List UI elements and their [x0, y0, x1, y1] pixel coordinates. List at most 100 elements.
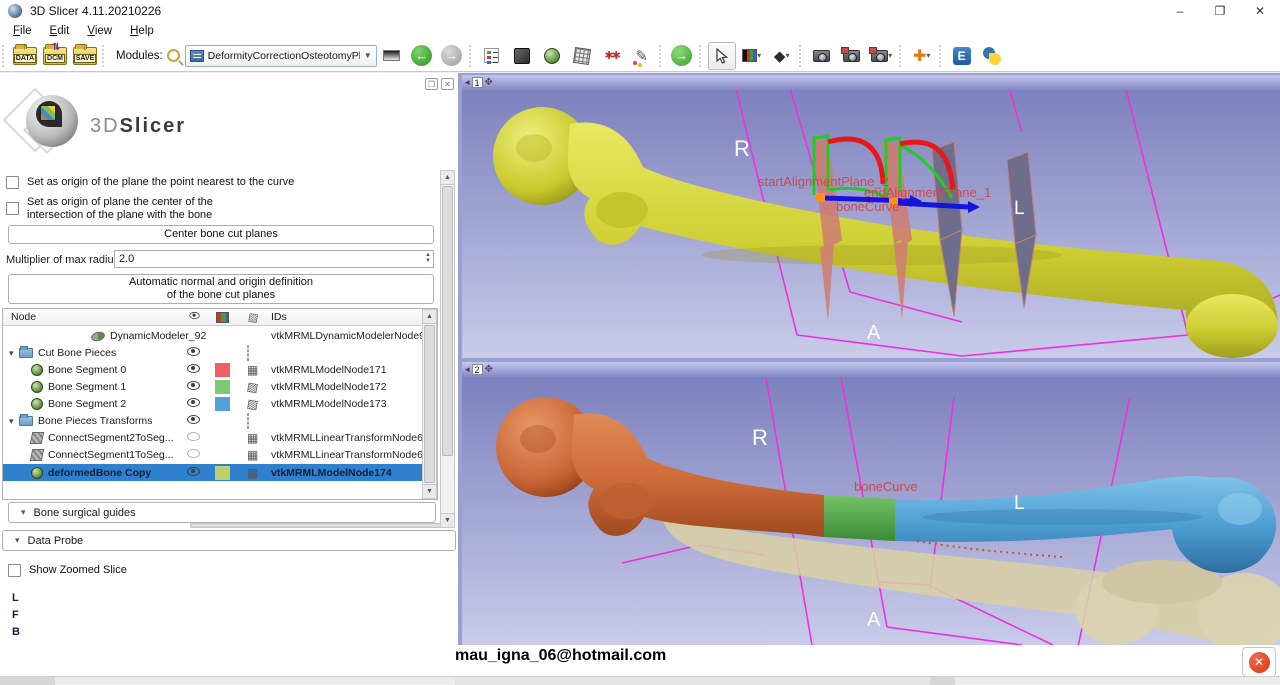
module-history-button[interactable]	[378, 42, 406, 70]
transform-cell-icon[interactable]	[247, 381, 258, 393]
column-color-icon[interactable]	[216, 312, 229, 323]
scroll-down-icon[interactable]: ▼	[423, 484, 436, 498]
column-visibility-icon[interactable]	[188, 311, 201, 323]
visibility-eye-icon[interactable]	[187, 415, 200, 427]
panel-close-icon[interactable]: ✕	[441, 78, 454, 90]
extension-wizard-button[interactable]: →	[668, 42, 696, 70]
expander-icon[interactable]: ▾	[9, 416, 19, 427]
transform-cell-icon[interactable]	[247, 467, 258, 479]
data-probe-section[interactable]: ▾ Data Probe	[2, 530, 456, 551]
visibility-eye-icon[interactable]	[187, 449, 200, 461]
transform-cell-icon[interactable]	[247, 415, 249, 427]
color-swatch[interactable]	[215, 380, 230, 394]
python-console-button[interactable]	[978, 42, 1006, 70]
color-swatch[interactable]	[215, 466, 230, 480]
auto-normal-origin-button[interactable]: Automatic normal and origin definition o…	[8, 274, 434, 304]
scroll-up-icon[interactable]: ▲	[441, 171, 454, 185]
expander-icon[interactable]: ▾	[9, 348, 19, 359]
view1-viewport[interactable]: R L A startAlignmentPlane_2 endAlignment…	[462, 90, 1280, 358]
checkbox-icon[interactable]	[8, 564, 21, 577]
checkbox-origin-nearest[interactable]: Set as origin of the plane the point nea…	[6, 176, 294, 189]
module-forward-button[interactable]: →	[438, 42, 466, 70]
markups-module-button[interactable]: ✱✱	[598, 42, 626, 70]
scene-view-restore-button[interactable]: ▾	[868, 42, 896, 70]
panel-undock-icon[interactable]: ❐	[425, 78, 438, 90]
show-zoomed-slice-checkbox[interactable]: Show Zoomed Slice	[8, 564, 127, 577]
transform-cell-icon[interactable]	[247, 398, 258, 410]
tree-scrollbar[interactable]: ▲ ▼	[422, 309, 437, 499]
extensions-manager-button[interactable]: E	[948, 42, 976, 70]
dicom-button[interactable]: ⇅ DCM	[41, 42, 69, 70]
transform-cell-icon[interactable]	[247, 364, 258, 376]
spinbox-arrows-icon[interactable]: ▲▼	[425, 252, 431, 264]
scroll-up-icon[interactable]: ▲	[423, 310, 436, 324]
scroll-down-icon[interactable]: ▼	[441, 513, 454, 527]
checkbox-icon[interactable]	[6, 202, 19, 215]
menu-view[interactable]: View	[80, 23, 119, 39]
transform-cell-icon[interactable]	[247, 449, 258, 461]
threeD-view-2[interactable]: ◂ 2 ✥	[462, 362, 1280, 645]
models-module-button[interactable]	[538, 42, 566, 70]
column-node[interactable]: Node	[11, 311, 36, 323]
window-level-button[interactable]: ▾	[738, 42, 766, 70]
pin-icon[interactable]: ◂	[465, 364, 470, 375]
color-swatch[interactable]	[215, 397, 230, 411]
column-transform-icon[interactable]	[248, 311, 258, 324]
visibility-eye-icon[interactable]	[187, 467, 200, 479]
markup-label-end-plane[interactable]: endAlignmentPlane_1	[864, 185, 991, 200]
module-selector-combobox[interactable]: DeformityCorrectionOsteotomyPlanner ▼	[185, 45, 377, 67]
checkbox-icon[interactable]	[6, 176, 19, 189]
module-search-icon[interactable]	[167, 49, 180, 62]
tree-row-connect-segment2[interactable]: ConnectSegment2ToSeg... vtkMRMLLinearTra…	[3, 430, 422, 446]
checkbox-origin-center[interactable]: Set as origin of plane the center of the…	[6, 196, 213, 221]
visibility-eye-icon[interactable]	[187, 364, 200, 376]
visibility-eye-icon[interactable]	[187, 381, 200, 393]
module-back-button[interactable]: ←	[408, 42, 436, 70]
visibility-eye-icon[interactable]	[187, 347, 200, 359]
extensions-crosshair-button[interactable]: ✚▾	[908, 42, 936, 70]
color-swatch[interactable]	[215, 363, 230, 377]
panel-scrollbar[interactable]: ▲ ▼	[440, 170, 455, 528]
markup-label-bone-curve[interactable]: boneCurve	[836, 199, 900, 214]
restore-button[interactable]: ❐	[1200, 0, 1240, 22]
view1-header[interactable]: ◂ 1 ✥	[462, 75, 1280, 90]
menu-edit[interactable]: Edit	[43, 23, 77, 39]
data-module-button[interactable]	[478, 42, 506, 70]
center-bone-cut-planes-button[interactable]: Center bone cut planes	[8, 225, 434, 244]
save-button[interactable]: ↓ SAVE	[71, 42, 99, 70]
menu-help[interactable]: Help	[123, 23, 161, 39]
move-icon[interactable]: ✥	[485, 77, 493, 88]
tree-row-cut-bone-pieces[interactable]: ▾Cut Bone Pieces	[3, 345, 422, 361]
load-data-button[interactable]: ↑ DATA	[11, 42, 39, 70]
transforms-module-button[interactable]	[568, 42, 596, 70]
volumes-module-button[interactable]	[508, 42, 536, 70]
error-log-button[interactable]: ✕	[1242, 647, 1276, 677]
menu-file[interactable]: File	[6, 23, 39, 39]
tree-row-bone-segment-1[interactable]: Bone Segment 1 vtkMRMLModelNode172	[3, 379, 422, 395]
tree-row-connect-segment1[interactable]: ConnectSegment1ToSeg... vtkMRMLLinearTra…	[3, 447, 422, 463]
move-icon[interactable]: ✥	[485, 364, 493, 375]
view2-header[interactable]: ◂ 2 ✥	[462, 362, 1280, 377]
threeD-view-1[interactable]: ◂ 1 ✥	[462, 75, 1280, 358]
tree-row-bone-segment-0[interactable]: Bone Segment 0 vtkMRMLModelNode171	[3, 362, 422, 378]
transform-cell-icon[interactable]	[247, 347, 249, 359]
transform-cell-icon[interactable]	[247, 432, 258, 444]
view2-viewport[interactable]: R L A boneCurve	[462, 377, 1280, 645]
visibility-eye-icon[interactable]	[187, 398, 200, 410]
scene-view-save-button[interactable]	[838, 42, 866, 70]
multiplier-spinbox[interactable]: 2.0 ▲▼	[114, 250, 434, 268]
column-ids[interactable]: IDs	[271, 311, 287, 323]
bone-surgical-guides-section[interactable]: ▾ Bone surgical guides	[8, 502, 436, 523]
visibility-eye-icon[interactable]	[187, 432, 200, 444]
tree-row-deformed-bone-copy-selected[interactable]: deformedBone Copy vtkMRMLModelNode174	[3, 464, 422, 481]
tree-row-bone-segment-2[interactable]: Bone Segment 2 vtkMRMLModelNode173	[3, 396, 422, 412]
markup-label-bone-curve[interactable]: boneCurve	[854, 479, 918, 494]
screenshot-button[interactable]	[808, 42, 836, 70]
close-button[interactable]: ✕	[1240, 0, 1280, 22]
segment-editor-button[interactable]: ✎	[628, 42, 656, 70]
horizontal-scrollbar[interactable]	[190, 523, 442, 528]
crosshair-button[interactable]: ◆▾	[768, 42, 796, 70]
pin-icon[interactable]: ◂	[465, 77, 470, 88]
tree-header[interactable]: Node IDs	[3, 309, 437, 326]
tree-row-bone-pieces-transforms[interactable]: ▾Bone Pieces Transforms	[3, 413, 422, 429]
